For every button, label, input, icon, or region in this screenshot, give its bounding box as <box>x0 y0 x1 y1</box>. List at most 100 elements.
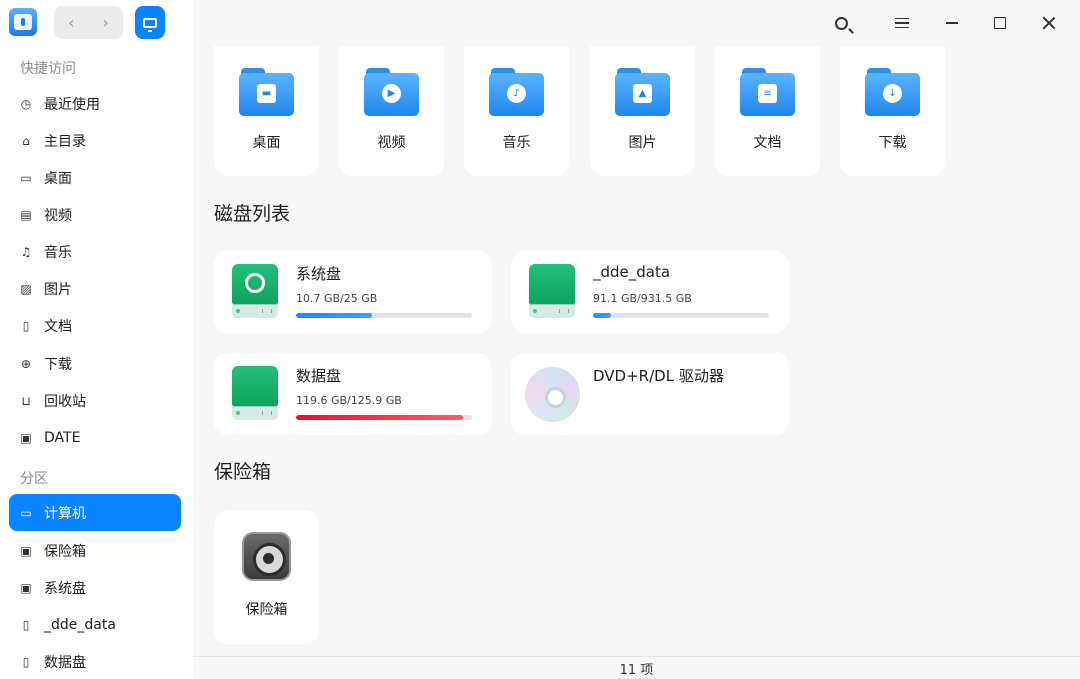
disk-card-system[interactable]: 系统盘 10.7 GB/25 GB <box>214 251 492 333</box>
file-manager-icon <box>9 8 37 36</box>
sidebar-item-label: 最近使用 <box>44 96 100 113</box>
sidebar-item-label: 桌面 <box>44 170 72 187</box>
chevron-right-icon: › <box>102 13 109 32</box>
folder-label: 音乐 <box>502 135 531 151</box>
vault-icon: ▣ <box>20 543 32 558</box>
folder-label: 桌面 <box>252 135 281 151</box>
folder-label: 下载 <box>878 135 907 151</box>
disk-usage-bar <box>593 313 769 318</box>
sidebar-item-computer[interactable]: ▭ 计算机 <box>9 494 181 531</box>
sidebar-item-label: 回收站 <box>44 393 86 410</box>
sidebar-item-trash[interactable]: ⊔ 回收站 <box>9 382 181 419</box>
maximize-icon <box>994 17 1006 29</box>
disk-usage-text: 91.1 GB/931.5 GB <box>593 292 692 305</box>
downloads-folder-icon: ↓ <box>865 68 920 116</box>
sidebar-item-label: 视频 <box>44 207 72 224</box>
disk-name: 数据盘 <box>296 367 342 385</box>
chevron-left-icon: ‹ <box>68 13 75 32</box>
sidebar-item-downloads[interactable]: ⊕ 下载 <box>9 345 181 382</box>
sidebar-item-data-disk[interactable]: ▯ 数据盘 <box>9 643 181 679</box>
close-button[interactable] <box>1034 8 1064 38</box>
music-folder-icon: ♪ <box>489 68 544 116</box>
sidebar-item-label: 文档 <box>44 318 72 335</box>
disk-card-dde-data[interactable]: _dde_data 91.1 GB/931.5 GB <box>511 251 789 333</box>
main-menu-button[interactable] <box>887 8 917 38</box>
folder-videos[interactable]: ▶ 视频 <box>339 46 444 176</box>
history-nav: ‹ › <box>54 6 123 39</box>
sidebar-item-label: 保险箱 <box>44 543 86 560</box>
vault-safe-icon <box>242 532 291 581</box>
sidebar-item-pictures[interactable]: ▨ 图片 <box>9 270 181 307</box>
bookmark-folder-icon: ▣ <box>20 430 32 445</box>
back-button[interactable]: ‹ <box>54 6 89 39</box>
computer-icon <box>143 17 157 32</box>
folder-downloads[interactable]: ↓ 下载 <box>840 46 945 176</box>
minimize-icon <box>946 22 958 24</box>
minimize-button[interactable] <box>937 8 967 38</box>
disk-card-dvd[interactable]: DVD+R/DL 驱动器 <box>511 353 789 435</box>
disk-icon: ▯ <box>22 654 30 669</box>
sidebar-item-label: 主目录 <box>44 133 86 150</box>
sidebar-item-desktop[interactable]: ▭ 桌面 <box>9 159 181 196</box>
vault-label: 保险箱 <box>245 602 288 618</box>
pictures-folder-icon: ▲ <box>615 68 670 116</box>
home-icon: ⌂ <box>22 133 30 148</box>
quick-access-heading: 快捷访问 <box>20 61 76 77</box>
optical-disc-icon <box>525 367 580 422</box>
sidebar-item-label: _dde_data <box>44 616 116 633</box>
documents-folder-icon: ≡ <box>740 68 795 116</box>
folder-desktop[interactable]: ▬ 桌面 <box>214 46 319 176</box>
sidebar-item-label: 计算机 <box>44 505 86 522</box>
image-icon: ▨ <box>20 281 32 296</box>
sidebar-item-music[interactable]: ♫ 音乐 <box>9 233 181 270</box>
disk-usage-bar <box>296 415 472 420</box>
sidebar-item-date[interactable]: ▣ DATE <box>9 419 181 456</box>
sidebar-item-dde-data[interactable]: ▯ _dde_data <box>9 606 181 643</box>
disk-usage-text: 10.7 GB/25 GB <box>296 292 378 305</box>
disk-icon: ▣ <box>20 580 32 595</box>
document-icon: ▯ <box>22 318 30 333</box>
disk-name: 系统盘 <box>296 265 342 283</box>
disk-card-data[interactable]: 数据盘 119.6 GB/125.9 GB <box>214 353 492 435</box>
search-button[interactable] <box>826 8 856 38</box>
disk-icon: ▯ <box>22 617 30 632</box>
disk-name: DVD+R/DL 驱动器 <box>593 367 724 385</box>
sidebar-item-label: 音乐 <box>44 244 72 261</box>
sidebar-item-documents[interactable]: ▯ 文档 <box>9 307 181 344</box>
item-count: 11 项 <box>619 663 654 678</box>
vault-heading: 保险箱 <box>214 461 272 483</box>
disk-name: _dde_data <box>593 263 671 281</box>
clock-icon: ◷ <box>20 96 32 111</box>
sidebar-item-videos[interactable]: ▤ 视频 <box>9 196 181 233</box>
close-icon <box>1042 16 1056 30</box>
maximize-button[interactable] <box>985 8 1015 38</box>
sidebar-item-label: DATE <box>44 429 81 446</box>
computer-view-button[interactable] <box>135 6 165 39</box>
sidebar-item-label: 图片 <box>44 281 72 298</box>
partitions-heading: 分区 <box>20 471 48 487</box>
vault-card[interactable]: 保险箱 <box>214 510 319 644</box>
folder-music[interactable]: ♪ 音乐 <box>464 46 569 176</box>
main-view: ▬ 桌面 ▶ 视频 ♪ 音乐 ▲ 图片 ≡ 文档 ↓ 下载 磁盘列表 系统盘 1… <box>193 46 1080 656</box>
folder-pictures[interactable]: ▲ 图片 <box>590 46 695 176</box>
disk-usage-bar <box>296 313 472 318</box>
sidebar-item-home[interactable]: ⌂ 主目录 <box>9 122 181 159</box>
desktop-icon: ▭ <box>20 170 32 185</box>
folder-label: 文档 <box>753 135 782 151</box>
sidebar-item-recent[interactable]: ◷ 最近使用 <box>9 85 181 122</box>
sidebar-item-label: 下载 <box>44 356 72 373</box>
desktop-folder-icon: ▬ <box>239 68 294 116</box>
sidebar-item-vault[interactable]: ▣ 保险箱 <box>9 532 181 569</box>
search-icon <box>834 16 848 30</box>
folder-documents[interactable]: ≡ 文档 <box>715 46 820 176</box>
sidebar: 快捷访问 ◷ 最近使用 ⌂ 主目录 ▭ 桌面 ▤ 视频 ♫ 音乐 ▨ 图片 ▯ 文档 ⊕ 下载 … <box>0 46 193 679</box>
music-icon: ♫ <box>20 244 32 259</box>
disk-icon <box>529 264 575 320</box>
folder-label: 图片 <box>628 135 657 151</box>
forward-button[interactable]: › <box>89 6 124 39</box>
film-icon: ▤ <box>20 207 32 222</box>
system-disk-icon <box>232 264 278 320</box>
trash-icon: ⊔ <box>21 393 31 408</box>
folder-label: 视频 <box>377 135 406 151</box>
sidebar-item-system-disk[interactable]: ▣ 系统盘 <box>9 569 181 606</box>
